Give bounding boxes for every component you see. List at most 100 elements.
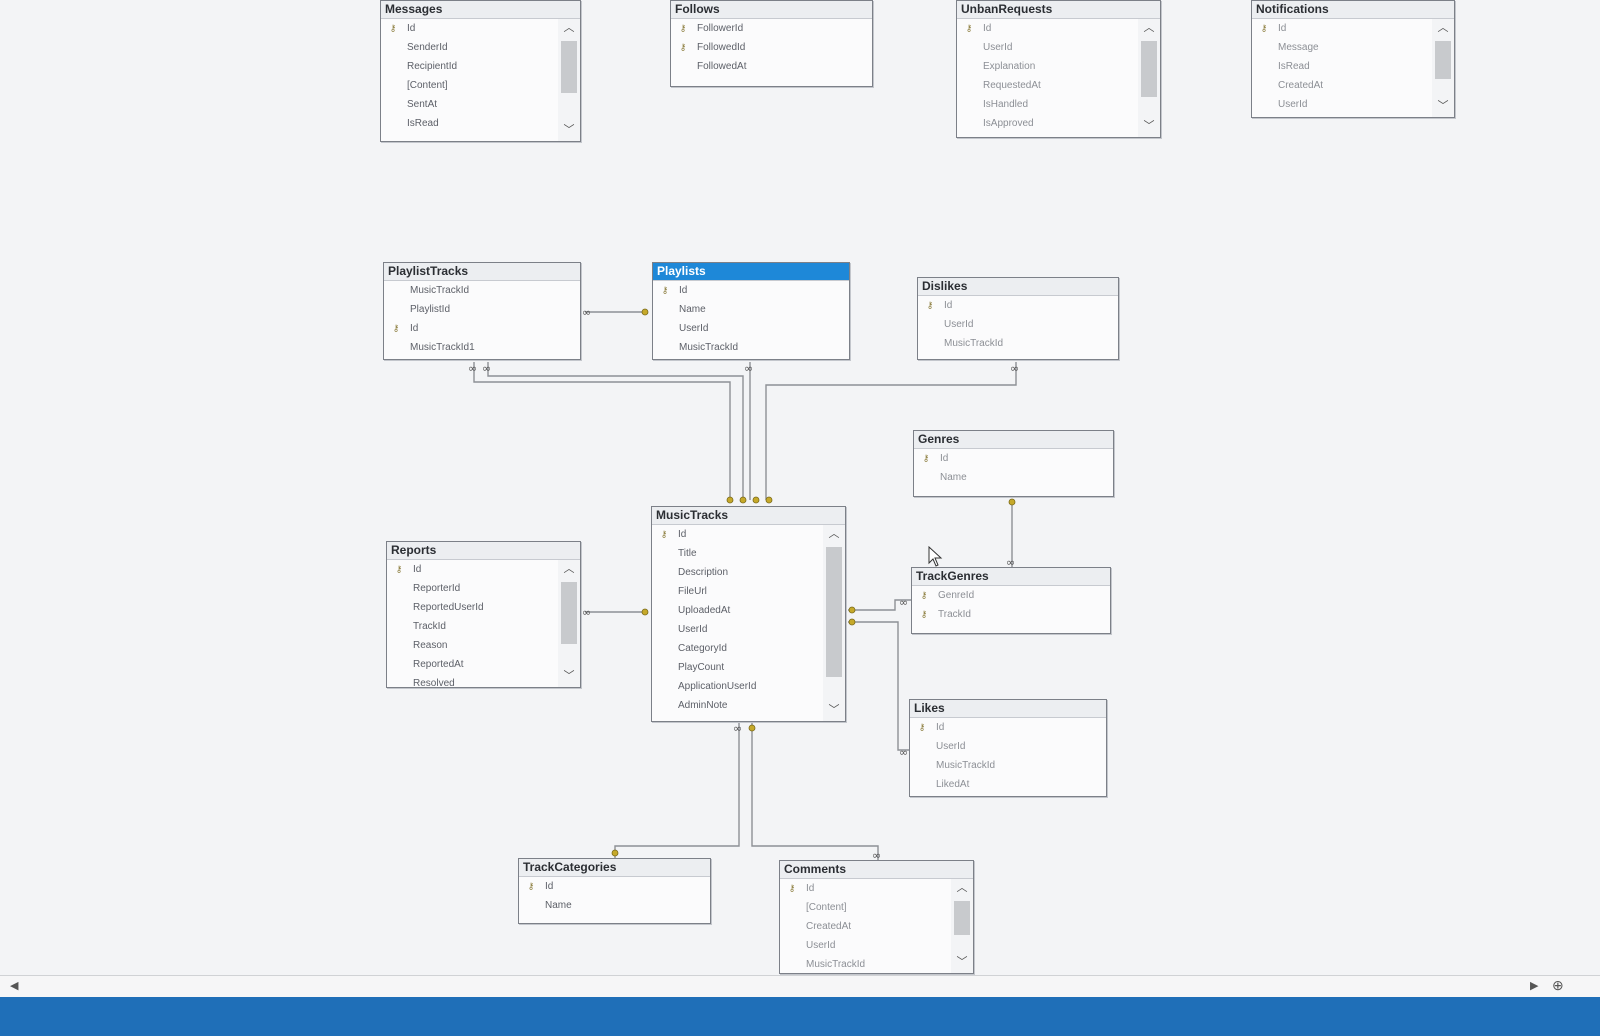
column-row[interactable]: TrackId <box>387 617 558 636</box>
column-row[interactable]: MusicTrackId <box>384 281 580 300</box>
column-row[interactable]: MusicTrackId <box>780 955 951 973</box>
pan-icon[interactable]: ⊕ <box>1552 977 1564 994</box>
column-row[interactable]: MusicTrackId <box>918 334 1118 353</box>
relationship-line[interactable] <box>751 722 879 860</box>
column-row[interactable]: ⚷ Id <box>387 560 558 579</box>
table-messages[interactable]: Messages ⚷ Id SenderId RecipientId [Content]… <box>380 0 581 142</box>
chevron-down-icon[interactable]: ﹀ <box>558 667 580 685</box>
chevron-down-icon[interactable]: ﹀ <box>1432 97 1454 115</box>
vertical-scrollbar[interactable]: ︿ ﹀ <box>951 879 973 973</box>
table-dislikes[interactable]: Dislikes ⚷ Id UserId MusicTrackId <box>917 277 1119 360</box>
table-trackcategories[interactable]: TrackCategories ⚷ Id Name <box>518 858 711 924</box>
chevron-up-icon[interactable]: ︿ <box>558 19 580 37</box>
relationship-line[interactable] <box>848 621 909 751</box>
column-row[interactable]: IsApproved <box>957 114 1138 133</box>
scroll-thumb[interactable] <box>826 547 842 677</box>
column-row[interactable]: MusicTrackId1 <box>384 338 580 357</box>
table-trackgenres[interactable]: TrackGenres ⚷ GenreId ⚷ TrackId <box>911 567 1111 634</box>
column-row[interactable]: ⚷ FollowedId <box>671 38 872 57</box>
scroll-thumb[interactable] <box>954 901 970 935</box>
chevron-down-icon[interactable]: ﹀ <box>558 121 580 139</box>
column-row[interactable]: UserId <box>652 620 823 639</box>
column-row[interactable]: CreatedAt <box>1252 76 1432 95</box>
chevron-left-icon[interactable]: ◀ <box>10 979 18 992</box>
table-playlisttracks[interactable]: PlaylistTracks MusicTrackId PlaylistId ⚷ Id… <box>383 262 581 360</box>
chevron-up-icon[interactable]: ︿ <box>558 560 580 578</box>
column-row[interactable]: IsRead <box>381 114 558 133</box>
column-row[interactable]: ⚷ Id <box>652 525 823 544</box>
scroll-thumb[interactable] <box>561 41 577 93</box>
column-row[interactable]: IsRead <box>1252 57 1432 76</box>
column-row[interactable]: UploadedAt <box>652 601 823 620</box>
vertical-scrollbar[interactable]: ︿ ﹀ <box>823 525 845 721</box>
column-row[interactable]: IsHandled <box>957 95 1138 114</box>
column-row[interactable]: UserId <box>1252 95 1432 114</box>
column-row[interactable]: [Content] <box>381 76 558 95</box>
relationship-line[interactable] <box>614 722 740 858</box>
table-playlists[interactable]: Playlists ⚷ Id Name UserId MusicTrackId <box>652 262 850 360</box>
chevron-down-icon[interactable]: ﹀ <box>951 953 973 971</box>
column-row[interactable]: ⚷ Id <box>914 449 1113 468</box>
chevron-up-icon[interactable]: ︿ <box>1432 19 1454 37</box>
vertical-scrollbar[interactable]: ︿ ﹀ <box>1432 19 1454 117</box>
column-row[interactable]: Name <box>914 468 1113 487</box>
table-follows[interactable]: Follows ⚷ FollowerId ⚷ FollowedId FollowedAt <box>670 0 873 87</box>
column-row[interactable]: ⚷ Id <box>780 879 951 898</box>
table-comments[interactable]: Comments ⚷ Id [Content] CreatedAt UserId Musi… <box>779 860 974 974</box>
column-row[interactable]: ReportedUserId <box>387 598 558 617</box>
scroll-thumb[interactable] <box>1141 41 1157 97</box>
column-row[interactable]: CategoryId <box>652 639 823 658</box>
column-row[interactable]: UserId <box>653 319 849 338</box>
column-row[interactable]: ⚷ Id <box>910 718 1106 737</box>
column-row[interactable]: ⚷ Id <box>957 19 1138 38</box>
table-musictracks[interactable]: MusicTracks ⚷ Id Title Description FileUrl Up… <box>651 506 846 722</box>
column-row[interactable]: SentAt <box>381 95 558 114</box>
column-row[interactable]: PlaylistId <box>384 300 580 319</box>
column-row[interactable]: Explanation <box>957 57 1138 76</box>
column-row[interactable]: FileUrl <box>652 582 823 601</box>
column-row[interactable]: FollowedAt <box>671 57 872 76</box>
column-row[interactable]: ⚷ Id <box>1252 19 1432 38</box>
relationship-line[interactable] <box>473 362 731 500</box>
table-notifications[interactable]: Notifications ⚷ Id Message IsRead CreatedAt U… <box>1251 0 1455 118</box>
chevron-down-icon[interactable]: ﹀ <box>1138 117 1160 135</box>
column-row[interactable]: RequestedAt <box>957 76 1138 95</box>
chevron-up-icon[interactable]: ︿ <box>823 525 845 543</box>
chevron-right-icon[interactable]: ▶ <box>1530 979 1538 992</box>
column-row[interactable]: ⚷ TrackId <box>912 605 1110 624</box>
column-row[interactable]: ReportedAt <box>387 655 558 674</box>
table-unbanrequests[interactable]: UnbanRequests ⚷ Id UserId Explanation Reques… <box>956 0 1161 138</box>
scroll-thumb[interactable] <box>1435 41 1451 79</box>
column-row[interactable]: LikedAt <box>910 775 1106 794</box>
column-row[interactable]: Resolved <box>387 674 558 687</box>
column-row[interactable]: MusicTrackId <box>653 338 849 357</box>
column-row[interactable]: [Content] <box>780 898 951 917</box>
scroll-thumb[interactable] <box>561 582 577 644</box>
table-reports[interactable]: Reports ⚷ Id ReporterId ReportedUserId Track… <box>386 541 581 688</box>
column-row[interactable]: Name <box>519 896 710 915</box>
chevron-down-icon[interactable]: ﹀ <box>823 701 845 719</box>
vertical-scrollbar[interactable]: ︿ ﹀ <box>558 560 580 687</box>
table-likes[interactable]: Likes ⚷ Id UserId MusicTrackId LikedAt <box>909 699 1107 797</box>
column-row[interactable]: Reason <box>387 636 558 655</box>
column-row[interactable]: PlayCount <box>652 658 823 677</box>
horizontal-scrollbar[interactable]: ◀ ▶ ⊕ <box>0 975 1600 998</box>
column-row[interactable]: UserId <box>957 38 1138 57</box>
column-row[interactable]: ⚷ Id <box>918 296 1118 315</box>
column-row[interactable]: CreatedAt <box>780 917 951 936</box>
column-row[interactable]: ReporterId <box>387 579 558 598</box>
column-row[interactable]: Message <box>1252 38 1432 57</box>
column-row[interactable]: RecipientId <box>381 57 558 76</box>
column-row[interactable]: Name <box>653 300 849 319</box>
vertical-scrollbar[interactable]: ︿ ﹀ <box>558 19 580 141</box>
chevron-up-icon[interactable]: ︿ <box>1138 19 1160 37</box>
column-row[interactable]: ⚷ FollowerId <box>671 19 872 38</box>
column-row[interactable]: ⚷ Id <box>384 319 580 338</box>
column-row[interactable]: Title <box>652 544 823 563</box>
column-row[interactable]: ⚷ GenreId <box>912 586 1110 605</box>
column-row[interactable]: SenderId <box>381 38 558 57</box>
column-row[interactable]: Description <box>652 563 823 582</box>
column-row[interactable]: ⚷ Id <box>519 877 710 896</box>
column-row[interactable]: ⚷ Id <box>381 19 558 38</box>
column-row[interactable]: MusicTrackId <box>910 756 1106 775</box>
